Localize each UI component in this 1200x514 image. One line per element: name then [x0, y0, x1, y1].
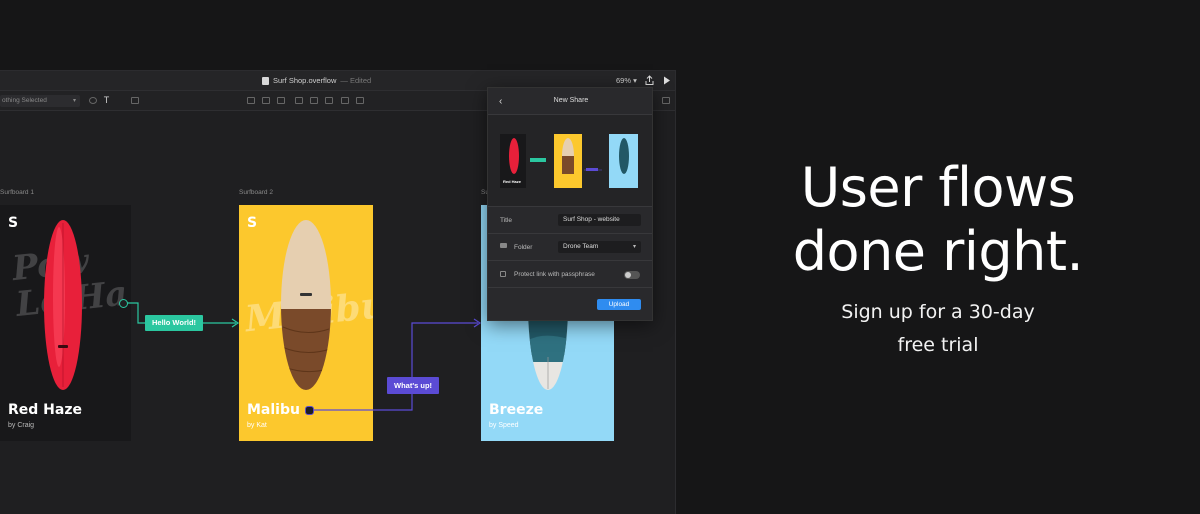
hero-section: User flows done right. Sign up for a 30-… — [676, 0, 1200, 514]
align-bottom-icon[interactable] — [325, 97, 333, 104]
align-left-icon[interactable] — [247, 97, 255, 104]
folder-icon — [500, 243, 507, 248]
play-icon[interactable] — [661, 75, 672, 86]
title-label: Title — [500, 217, 513, 224]
zoom-control[interactable]: 69% ▾ — [616, 76, 637, 85]
flow-start-node[interactable] — [305, 406, 314, 415]
flow-start-node[interactable] — [119, 299, 128, 308]
folder-select[interactable]: Drone Team — [558, 241, 641, 253]
folder-label: Folder — [514, 244, 533, 251]
folder-row: Folder Drone Team — [488, 234, 652, 261]
layout-icon[interactable] — [131, 97, 139, 104]
lock-icon[interactable] — [662, 97, 670, 104]
hero-title: User flows done right. — [676, 156, 1200, 284]
distribute-horizontal-icon[interactable] — [341, 97, 349, 104]
align-right-icon[interactable] — [277, 97, 285, 104]
protect-row: Protect link with passphrase — [488, 261, 652, 288]
hero-title-line: User flows — [800, 156, 1076, 219]
hero-subtitle-line: Sign up for a 30-day — [841, 301, 1035, 323]
title-row: Title Surf Shop - website — [488, 207, 652, 234]
document-icon — [262, 76, 269, 85]
protect-label: Protect link with passphrase — [514, 271, 595, 278]
preview-name: Red Haze — [503, 179, 522, 184]
panel-title: New Share — [553, 97, 589, 104]
title-input[interactable]: Surf Shop - website — [558, 214, 641, 226]
share-preview: Red Haze — [488, 115, 652, 207]
panel-header: ‹ New Share — [488, 88, 652, 115]
document-title: Surf Shop.overflow — Edited — [262, 76, 371, 85]
hero-subtitle: Sign up for a 30-day free trial — [676, 296, 1200, 362]
flow-label[interactable]: Hello World! — [145, 315, 204, 331]
align-center-icon[interactable] — [262, 97, 270, 104]
align-top-icon[interactable] — [295, 97, 303, 104]
passphrase-toggle[interactable] — [624, 271, 640, 279]
distribute-vertical-icon[interactable] — [356, 97, 364, 104]
align-middle-icon[interactable] — [310, 97, 318, 104]
flow-label[interactable]: What's up! — [387, 377, 440, 394]
document-status: — Edited — [340, 76, 372, 85]
hero-title-line: done right. — [792, 220, 1084, 283]
upload-button[interactable]: Upload — [597, 299, 641, 310]
document-name: Surf Shop.overflow — [273, 76, 337, 85]
component-icon[interactable] — [89, 97, 97, 104]
app-window: Surf Shop.overflow — Edited 69% ▾ othing… — [0, 70, 676, 514]
selection-dropdown[interactable]: othing Selected — [0, 95, 80, 107]
lock-icon — [500, 271, 506, 277]
hero-subtitle-line: free trial — [897, 334, 979, 356]
text-tool-icon[interactable]: T — [101, 95, 112, 106]
share-icon[interactable] — [644, 75, 655, 86]
new-share-panel: ‹ New Share Red Haze Title Surf Shop - w… — [487, 87, 653, 321]
preview-thumbnail — [500, 134, 638, 188]
